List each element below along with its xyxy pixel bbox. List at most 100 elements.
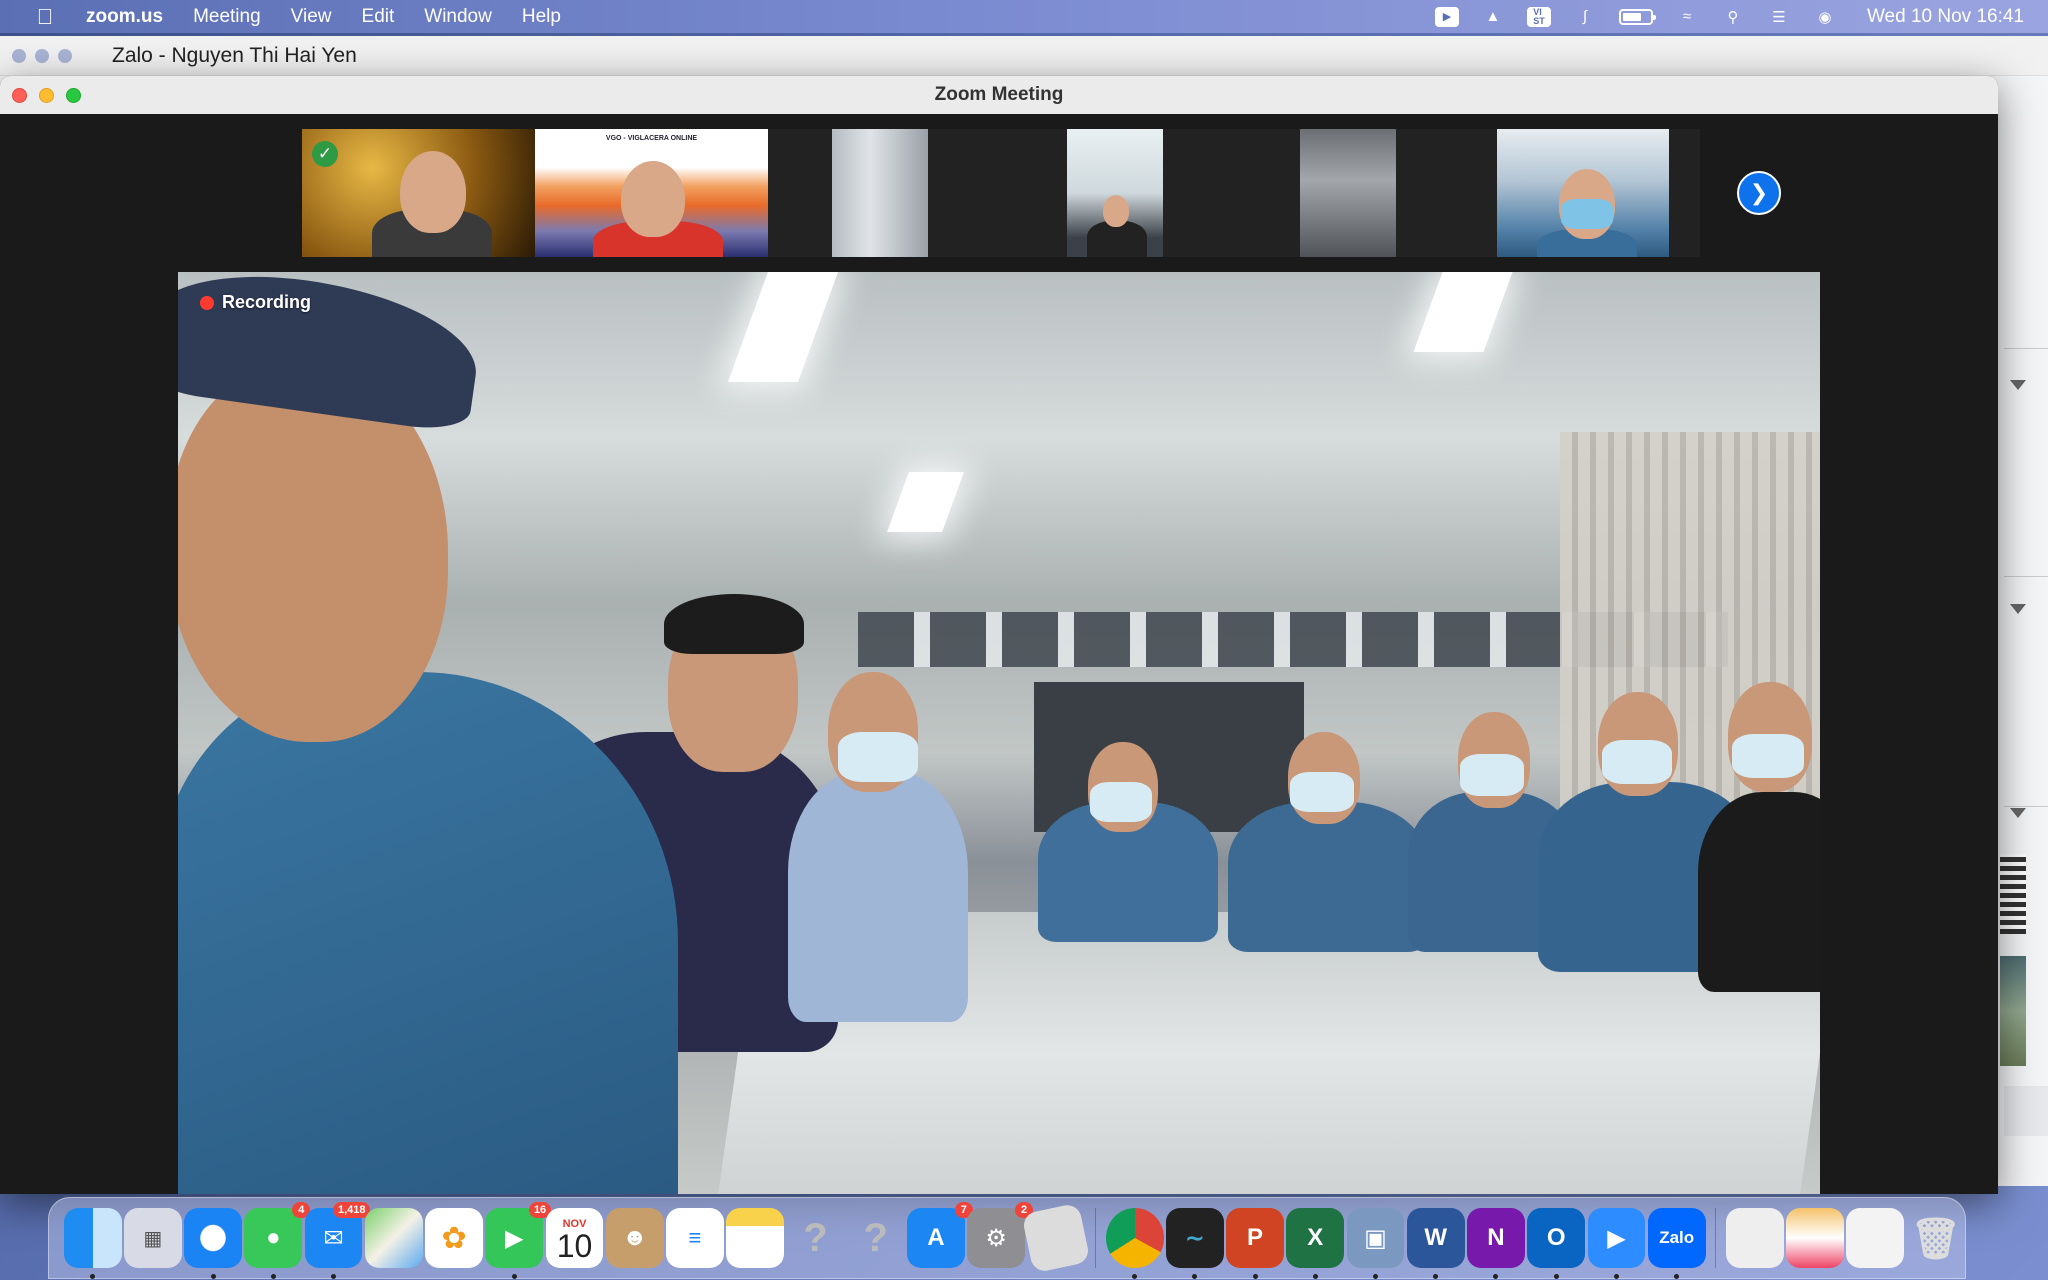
menu-bar:  zoom.us Meeting View Edit Window Help …	[0, 0, 2048, 33]
messages-icon[interactable]: ● 4	[244, 1202, 311, 1279]
roblox-icon[interactable]	[1021, 1202, 1091, 1274]
facetime-icon[interactable]: ▶ 16	[485, 1202, 552, 1279]
outlook-icon[interactable]: O	[1527, 1208, 1586, 1279]
running-indicator	[1132, 1274, 1138, 1279]
question-mark-icon[interactable]: ?	[787, 1208, 845, 1268]
question-mark-icon[interactable]: ?	[847, 1208, 905, 1268]
bluetooth-icon[interactable]: ∫	[1573, 7, 1597, 27]
participant-face	[1103, 195, 1129, 227]
zalo-titlebar: Zalo - Nguyen Thi Hai Yen	[0, 36, 2048, 76]
face-mask	[1732, 734, 1804, 778]
maps-icon[interactable]	[364, 1208, 423, 1268]
zoom-app-icon[interactable]: ▶	[1587, 1208, 1646, 1279]
recording-indicator[interactable]: Recording	[200, 292, 311, 313]
participant-tile[interactable]	[1467, 129, 1700, 257]
finder-icon[interactable]	[63, 1208, 122, 1279]
dock-separator	[1094, 1208, 1096, 1268]
downloads-stack-icon[interactable]	[1786, 1208, 1845, 1268]
zalo-app-label: Zalo	[1659, 1228, 1695, 1247]
contacts-icon[interactable]: ☻	[605, 1208, 664, 1268]
calendar-day: 10	[556, 1228, 593, 1264]
menu-view[interactable]: View	[291, 6, 332, 28]
menu-window[interactable]: Window	[424, 6, 492, 28]
participant-tile[interactable]: VGO - VIGLACERA ONLINE	[535, 129, 768, 257]
excel-icon[interactable]: X	[1286, 1208, 1345, 1279]
powerpoint-icon[interactable]: P	[1226, 1208, 1284, 1279]
ceiling-light	[727, 272, 839, 382]
app-store-icon[interactable]: A7	[906, 1202, 973, 1268]
zalo-maximize-button[interactable]	[58, 48, 72, 63]
dock: ▦ ● 4 ✉ 1,418 ✿ ▶ 16 NOV 10 ☻ ≡ ? ? A7 ⚙ 2 ∼…	[48, 1197, 1966, 1279]
menu-edit[interactable]: Edit	[362, 6, 395, 28]
zalo-minimize-button[interactable]	[35, 48, 49, 63]
participant-tile[interactable]	[768, 129, 1001, 257]
drive-icon[interactable]: ▲	[1481, 7, 1505, 27]
running-indicator	[1192, 1274, 1198, 1279]
running-indicator	[1433, 1274, 1439, 1279]
active-speaker-video[interactable]: Recording	[178, 272, 1820, 1194]
participant-tile[interactable]	[1234, 129, 1467, 257]
preview-icon[interactable]: ▣	[1346, 1208, 1405, 1279]
face-mask	[1090, 782, 1152, 822]
menu-app-name[interactable]: zoom.us	[86, 6, 163, 28]
notes-icon[interactable]	[726, 1208, 785, 1268]
zoom-icon[interactable]: ▶	[1434, 6, 1459, 27]
wifi-icon[interactable]: ≈	[1675, 7, 1699, 27]
reminders-icon[interactable]: ≡	[666, 1208, 724, 1268]
zalo-window-title: Zalo - Nguyen Thi Hai Yen	[112, 43, 357, 67]
stocks-icon[interactable]: ∼	[1165, 1208, 1224, 1279]
apple-icon[interactable]: 	[30, 4, 60, 30]
zalo-icon[interactable]: Zalo	[1647, 1208, 1706, 1279]
battery-icon[interactable]	[1618, 8, 1656, 25]
participant-gallery: ✓ VGO - VIGLACERA ONLINE	[302, 129, 1700, 257]
zalo-divider	[2004, 576, 2048, 577]
recording-dot-icon	[200, 295, 214, 310]
photos-icon[interactable]: ✿	[425, 1208, 483, 1268]
zoom-window-title: Zoom Meeting	[934, 84, 1064, 105]
participant-video	[1300, 129, 1396, 257]
mail-icon[interactable]: ✉ 1,418	[304, 1202, 371, 1279]
participant-tile[interactable]	[1001, 129, 1234, 257]
chevron-down-icon[interactable]	[2010, 808, 2026, 818]
running-indicator	[1252, 1274, 1258, 1279]
recording-label: Recording	[222, 292, 312, 312]
running-indicator	[210, 1274, 216, 1279]
launchpad-icon[interactable]: ▦	[123, 1208, 182, 1268]
siri-icon[interactable]: ◉	[1813, 7, 1837, 27]
face-mask	[1602, 740, 1672, 784]
system-preferences-icon[interactable]: ⚙ 2	[967, 1202, 1034, 1268]
control-center-icon[interactable]: ☰	[1767, 7, 1791, 27]
menu-help[interactable]: Help	[522, 6, 561, 28]
zoom-titlebar: Zoom Meeting	[0, 76, 1998, 114]
safari-icon[interactable]	[184, 1208, 243, 1279]
participant-body	[1228, 802, 1428, 952]
menu-meeting[interactable]: Meeting	[193, 6, 261, 28]
chevron-right-icon: ❯	[1749, 180, 1769, 205]
gallery-next-button[interactable]: ❯	[1737, 171, 1781, 215]
participant-video	[832, 129, 928, 257]
vi-st-keyboard-icon[interactable]: VI ST	[1526, 6, 1551, 27]
word-icon[interactable]: W	[1406, 1208, 1465, 1279]
participant-video	[1067, 129, 1163, 257]
screenshots-stack-icon[interactable]	[1846, 1208, 1905, 1268]
zalo-window-controls	[12, 48, 72, 63]
menu-clock[interactable]: Wed 10 Nov 16:41	[1867, 6, 2024, 28]
calendar-icon[interactable]: NOV 10	[545, 1208, 604, 1268]
chrome-icon[interactable]	[1105, 1208, 1164, 1279]
running-indicator	[1373, 1274, 1378, 1279]
zalo-close-button[interactable]	[12, 48, 26, 63]
running-indicator	[1553, 1274, 1559, 1279]
zalo-panel	[2004, 1086, 2048, 1136]
onenote-icon[interactable]: N	[1467, 1208, 1525, 1279]
face-mask	[1290, 772, 1354, 812]
trash-icon[interactable]: 🗑	[1907, 1208, 1965, 1268]
spotlight-search-icon[interactable]: ⚲	[1721, 7, 1745, 27]
face-mask	[838, 732, 918, 782]
documents-stack-icon[interactable]	[1725, 1208, 1784, 1268]
chevron-down-icon[interactable]	[2010, 604, 2026, 614]
participant-face	[400, 151, 466, 233]
participant-tile[interactable]: ✓	[302, 129, 535, 257]
running-indicator	[1613, 1274, 1619, 1279]
chat-thumbnail-image[interactable]	[2000, 956, 2026, 1066]
chevron-down-icon[interactable]	[2010, 380, 2026, 390]
